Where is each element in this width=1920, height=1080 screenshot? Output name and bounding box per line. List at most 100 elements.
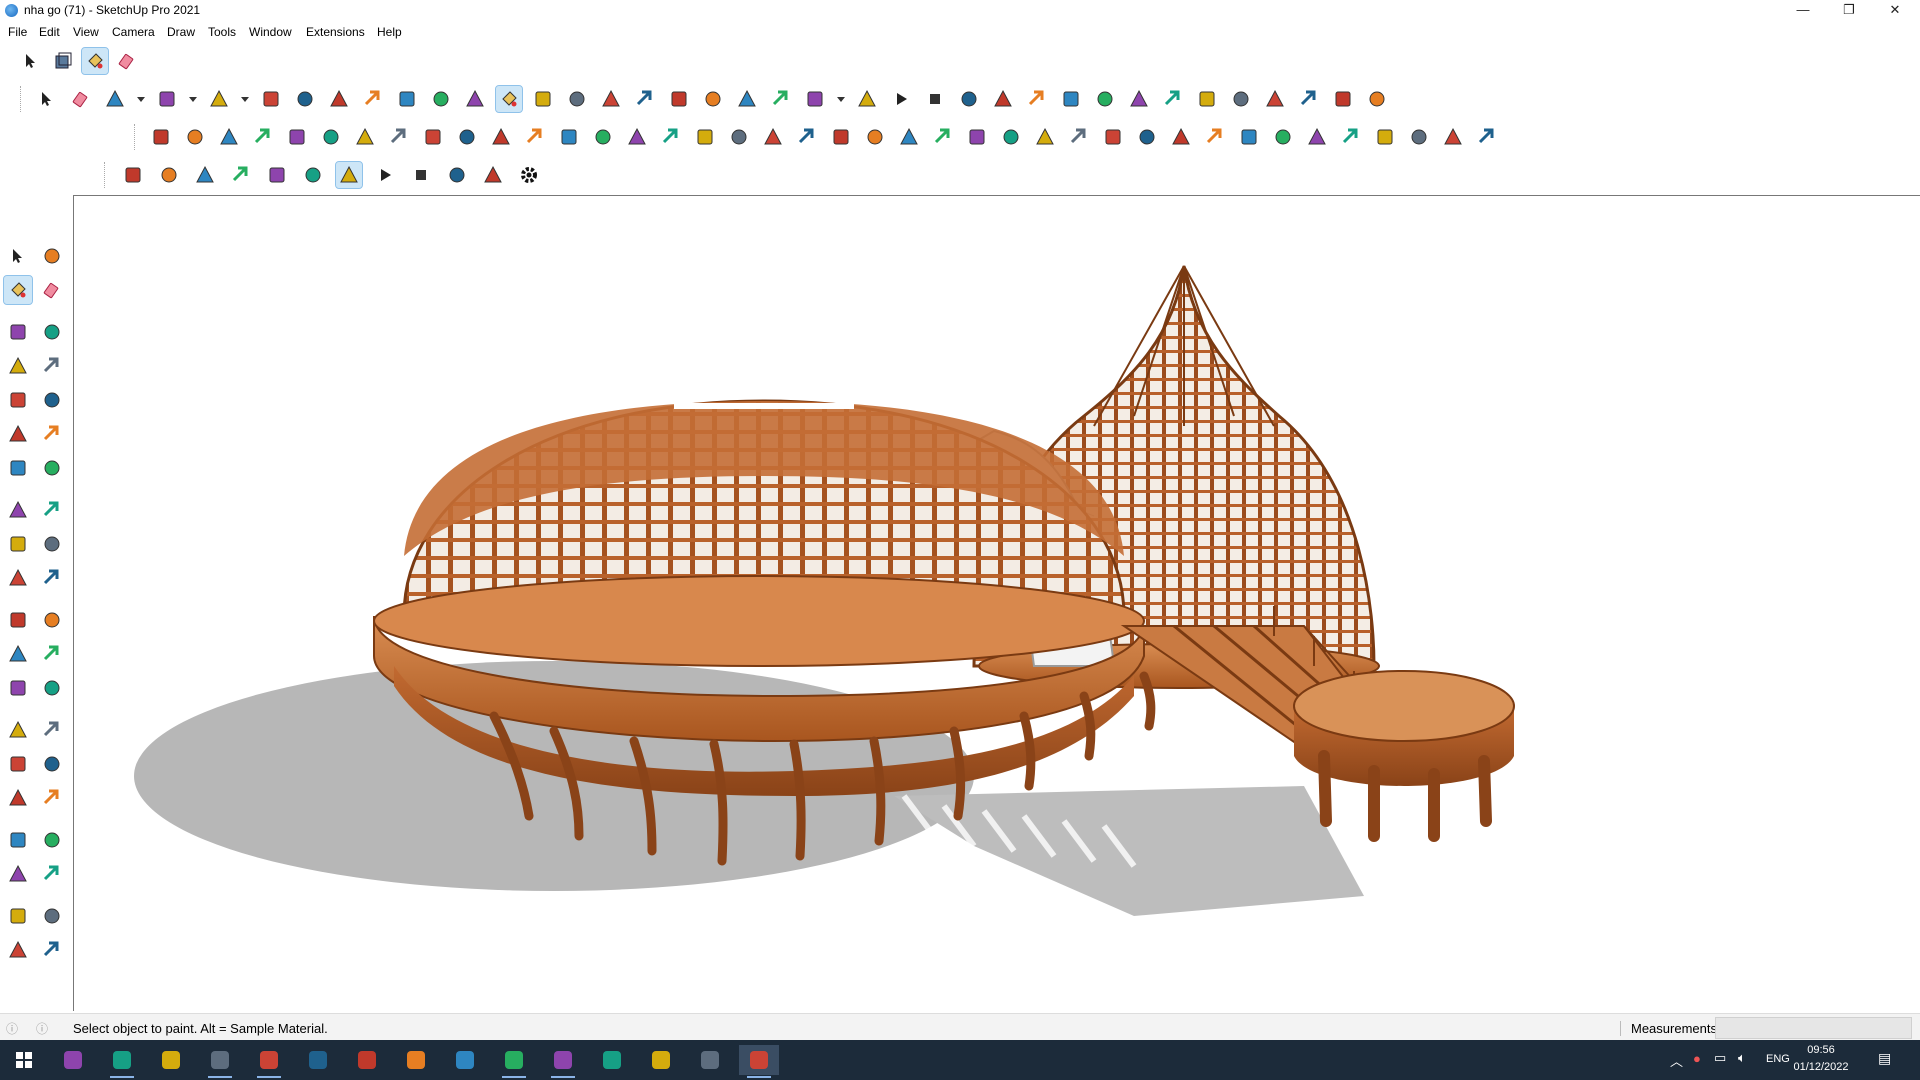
outliner-icon[interactable] — [666, 86, 692, 112]
person-icon[interactable] — [1364, 86, 1390, 112]
surface-7-icon[interactable] — [1338, 124, 1364, 150]
app-3-icon[interactable] — [151, 1045, 191, 1075]
settings-icon[interactable] — [690, 1045, 730, 1075]
3-point-arc-icon[interactable] — [4, 454, 32, 482]
eraser-icon[interactable] — [114, 48, 140, 74]
help-icon[interactable]: ⓘ — [36, 1020, 48, 1037]
menu-view[interactable]: View — [73, 25, 99, 39]
zoom-icon[interactable] — [4, 750, 32, 778]
rotated-rectangle-icon[interactable] — [38, 352, 66, 380]
rotate-icon[interactable] — [360, 86, 386, 112]
clock-date[interactable]: 01/12/2022 — [1786, 1061, 1856, 1073]
browser-icon[interactable] — [445, 1045, 485, 1075]
eraser-icon[interactable] — [68, 86, 94, 112]
surface-9-icon[interactable] — [1406, 124, 1432, 150]
paint-bucket-icon[interactable] — [81, 47, 109, 75]
network-icon[interactable]: ▭ — [1714, 1050, 1726, 1066]
pie-icon[interactable] — [38, 454, 66, 482]
chrome-icon[interactable] — [200, 1045, 240, 1078]
tags-icon[interactable] — [700, 86, 726, 112]
gradient-icon[interactable] — [658, 124, 684, 150]
ellipse-icon[interactable] — [284, 124, 310, 150]
eraser-icon[interactable] — [38, 276, 66, 304]
tape-measure-icon[interactable] — [4, 606, 32, 634]
menu-tools[interactable]: Tools — [208, 25, 236, 39]
component-icon[interactable] — [50, 48, 76, 74]
calculator-icon[interactable] — [592, 1045, 632, 1075]
spiral-icon[interactable] — [454, 124, 480, 150]
location-icon[interactable] — [1024, 86, 1050, 112]
surface-4-icon[interactable] — [1236, 124, 1262, 150]
y-icon[interactable] — [1228, 86, 1254, 112]
clock-time[interactable]: 09:56 — [1786, 1044, 1856, 1056]
account-icon[interactable] — [802, 86, 828, 112]
text-icon[interactable] — [38, 640, 66, 668]
select-icon[interactable] — [18, 48, 44, 74]
pan-icon[interactable] — [564, 86, 590, 112]
select-icon[interactable] — [4, 242, 32, 270]
arc-icon[interactable] — [4, 420, 32, 448]
scenes-icon[interactable] — [38, 936, 66, 964]
stop-icon[interactable] — [408, 162, 434, 188]
arrow-up-icon[interactable] — [998, 124, 1024, 150]
polygon-icon[interactable] — [38, 386, 66, 414]
rotate-icon[interactable] — [4, 530, 32, 558]
gem-icon[interactable] — [1066, 124, 1092, 150]
clock-icon[interactable] — [300, 162, 326, 188]
model-canvas[interactable] — [74, 196, 1920, 1011]
undo-icon[interactable] — [862, 124, 888, 150]
zoom-window-icon[interactable] — [38, 750, 66, 778]
orbit-icon[interactable] — [4, 716, 32, 744]
zoom-icon[interactable] — [598, 86, 624, 112]
zoom-extents-icon[interactable] — [632, 86, 658, 112]
previous-icon[interactable] — [956, 86, 982, 112]
curve-icon[interactable] — [522, 124, 548, 150]
sketchup-icon[interactable] — [494, 1045, 534, 1078]
windows-start-icon[interactable] — [4, 1045, 44, 1075]
component-icon[interactable] — [38, 242, 66, 270]
pan-icon[interactable] — [38, 716, 66, 744]
look-around-icon[interactable] — [38, 826, 66, 854]
move-icon[interactable] — [4, 496, 32, 524]
minimize-icon[interactable]: — — [1780, 0, 1826, 22]
x-icon[interactable] — [1262, 86, 1288, 112]
menu-help[interactable]: Help — [377, 25, 402, 39]
cube-icon[interactable] — [624, 124, 650, 150]
play-icon[interactable] — [888, 86, 914, 112]
surface-3-icon[interactable] — [1202, 124, 1228, 150]
clean-icon[interactable] — [590, 124, 616, 150]
protractor-icon[interactable] — [4, 640, 32, 668]
connect-icon[interactable] — [794, 124, 820, 150]
bars-icon[interactable] — [264, 162, 290, 188]
sandbox-icon[interactable] — [990, 86, 1016, 112]
position-camera-icon[interactable] — [4, 826, 32, 854]
previous-view-icon[interactable] — [38, 784, 66, 812]
scenes-icon[interactable] — [768, 86, 794, 112]
wireframe-icon[interactable] — [1194, 86, 1220, 112]
freehand-icon[interactable] — [154, 86, 180, 112]
dome-icon[interactable] — [964, 124, 990, 150]
2-point-arc-icon[interactable] — [38, 420, 66, 448]
rectangle-icon[interactable] — [206, 86, 232, 112]
close-icon[interactable]: ✕ — [1872, 0, 1918, 22]
menu-window[interactable]: Window — [249, 25, 292, 39]
outliner-icon[interactable] — [4, 902, 32, 930]
menu-extensions[interactable]: Extensions — [306, 25, 365, 39]
dropdown-icon[interactable] — [836, 86, 846, 112]
tags-icon[interactable] — [38, 902, 66, 930]
info-icon[interactable]: ⓘ — [6, 1020, 18, 1037]
surface-5-icon[interactable] — [1270, 124, 1296, 150]
pencil-icon[interactable] — [182, 124, 208, 150]
surface-10-icon[interactable] — [1440, 124, 1466, 150]
dropdown-icon[interactable] — [136, 86, 146, 112]
measurements-input[interactable] — [1715, 1017, 1912, 1039]
dropdown-icon[interactable] — [240, 86, 250, 112]
dropdown-icon[interactable] — [188, 86, 198, 112]
axes-icon[interactable] — [4, 674, 32, 702]
vray-icon[interactable] — [335, 161, 363, 189]
tray-expand-icon[interactable]: ︿ — [1670, 1051, 1683, 1070]
notifications-icon[interactable]: ▤ — [1878, 1050, 1891, 1067]
volume-icon[interactable]: 🔈︎ — [1738, 1050, 1746, 1066]
surface-2-icon[interactable] — [1168, 124, 1194, 150]
polygon-icon[interactable] — [420, 124, 446, 150]
